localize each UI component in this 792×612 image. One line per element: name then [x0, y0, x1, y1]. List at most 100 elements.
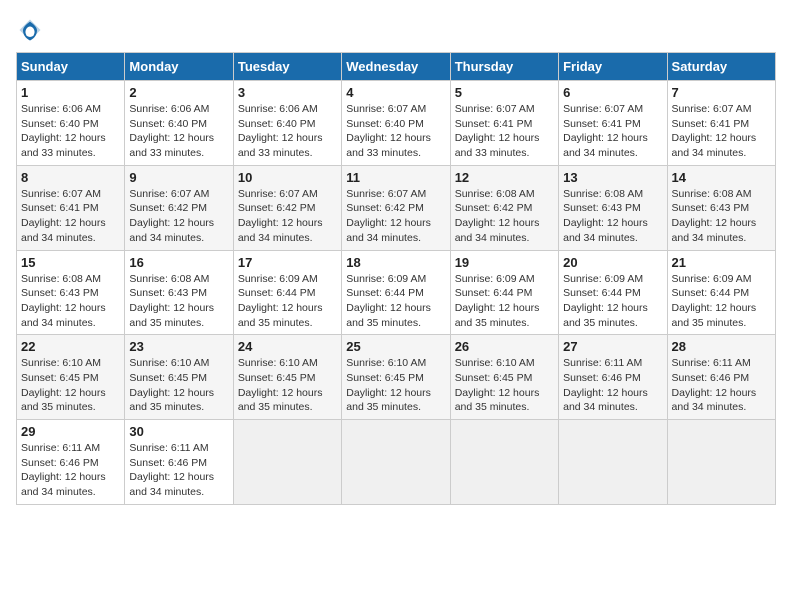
sunrise-label: Sunrise: 6:10 AM: [346, 357, 426, 369]
sunset-label: Sunset: 6:42 PM: [129, 202, 207, 214]
day-number: 25: [346, 339, 445, 354]
daylight-minutes: and 33 minutes.: [346, 147, 421, 159]
sunrise-label: Sunrise: 6:11 AM: [563, 357, 642, 369]
daylight-label: Daylight: 12 hours: [129, 132, 214, 144]
sunrise-label: Sunrise: 6:07 AM: [238, 188, 318, 200]
sunset-label: Sunset: 6:41 PM: [455, 118, 533, 130]
day-info: Sunrise: 6:11 AM Sunset: 6:46 PM Dayligh…: [563, 356, 662, 415]
daylight-minutes: and 33 minutes.: [455, 147, 530, 159]
daylight-label: Daylight: 12 hours: [129, 302, 214, 314]
calendar-cell: 28 Sunrise: 6:11 AM Sunset: 6:46 PM Dayl…: [667, 335, 775, 420]
weekday-header-sunday: Sunday: [17, 53, 125, 81]
day-number: 26: [455, 339, 554, 354]
daylight-minutes: and 34 minutes.: [21, 232, 96, 244]
day-number: 16: [129, 255, 228, 270]
daylight-label: Daylight: 12 hours: [455, 217, 540, 229]
daylight-minutes: and 34 minutes.: [21, 317, 96, 329]
day-number: 3: [238, 85, 337, 100]
sunrise-label: Sunrise: 6:10 AM: [21, 357, 101, 369]
daylight-minutes: and 35 minutes.: [238, 317, 313, 329]
day-info: Sunrise: 6:06 AM Sunset: 6:40 PM Dayligh…: [21, 102, 120, 161]
calendar-cell: 26 Sunrise: 6:10 AM Sunset: 6:45 PM Dayl…: [450, 335, 558, 420]
daylight-minutes: and 34 minutes.: [563, 401, 638, 413]
daylight-label: Daylight: 12 hours: [672, 132, 757, 144]
sunset-label: Sunset: 6:45 PM: [21, 372, 99, 384]
calendar-cell: [450, 420, 558, 505]
sunrise-label: Sunrise: 6:09 AM: [563, 273, 643, 285]
daylight-minutes: and 34 minutes.: [563, 147, 638, 159]
sunset-label: Sunset: 6:44 PM: [672, 287, 750, 299]
day-info: Sunrise: 6:08 AM Sunset: 6:43 PM Dayligh…: [129, 272, 228, 331]
day-number: 4: [346, 85, 445, 100]
day-info: Sunrise: 6:07 AM Sunset: 6:41 PM Dayligh…: [455, 102, 554, 161]
daylight-minutes: and 33 minutes.: [21, 147, 96, 159]
daylight-minutes: and 35 minutes.: [129, 401, 204, 413]
daylight-minutes: and 35 minutes.: [563, 317, 638, 329]
daylight-label: Daylight: 12 hours: [21, 387, 106, 399]
sunset-label: Sunset: 6:44 PM: [455, 287, 533, 299]
daylight-label: Daylight: 12 hours: [129, 217, 214, 229]
sunrise-label: Sunrise: 6:07 AM: [21, 188, 101, 200]
daylight-label: Daylight: 12 hours: [563, 387, 648, 399]
calendar-cell: 2 Sunrise: 6:06 AM Sunset: 6:40 PM Dayli…: [125, 81, 233, 166]
daylight-minutes: and 33 minutes.: [129, 147, 204, 159]
sunset-label: Sunset: 6:46 PM: [563, 372, 641, 384]
sunrise-label: Sunrise: 6:10 AM: [238, 357, 318, 369]
calendar-cell: 1 Sunrise: 6:06 AM Sunset: 6:40 PM Dayli…: [17, 81, 125, 166]
calendar-cell: 6 Sunrise: 6:07 AM Sunset: 6:41 PM Dayli…: [559, 81, 667, 166]
sunrise-label: Sunrise: 6:11 AM: [129, 442, 208, 454]
calendar-header: SundayMondayTuesdayWednesdayThursdayFrid…: [17, 53, 776, 81]
sunset-label: Sunset: 6:46 PM: [129, 457, 207, 469]
day-info: Sunrise: 6:07 AM Sunset: 6:42 PM Dayligh…: [238, 187, 337, 246]
daylight-label: Daylight: 12 hours: [238, 302, 323, 314]
sunrise-label: Sunrise: 6:07 AM: [563, 103, 643, 115]
daylight-minutes: and 33 minutes.: [238, 147, 313, 159]
daylight-minutes: and 35 minutes.: [21, 401, 96, 413]
daylight-label: Daylight: 12 hours: [563, 132, 648, 144]
day-info: Sunrise: 6:10 AM Sunset: 6:45 PM Dayligh…: [238, 356, 337, 415]
sunset-label: Sunset: 6:43 PM: [129, 287, 207, 299]
day-info: Sunrise: 6:07 AM Sunset: 6:42 PM Dayligh…: [346, 187, 445, 246]
daylight-label: Daylight: 12 hours: [21, 217, 106, 229]
calendar-body: 1 Sunrise: 6:06 AM Sunset: 6:40 PM Dayli…: [17, 81, 776, 505]
day-number: 17: [238, 255, 337, 270]
daylight-label: Daylight: 12 hours: [21, 471, 106, 483]
daylight-label: Daylight: 12 hours: [563, 302, 648, 314]
day-info: Sunrise: 6:09 AM Sunset: 6:44 PM Dayligh…: [346, 272, 445, 331]
sunset-label: Sunset: 6:42 PM: [455, 202, 533, 214]
sunset-label: Sunset: 6:46 PM: [672, 372, 750, 384]
calendar-cell: 29 Sunrise: 6:11 AM Sunset: 6:46 PM Dayl…: [17, 420, 125, 505]
daylight-minutes: and 35 minutes.: [129, 317, 204, 329]
calendar-cell: 23 Sunrise: 6:10 AM Sunset: 6:45 PM Dayl…: [125, 335, 233, 420]
daylight-minutes: and 35 minutes.: [346, 317, 421, 329]
day-number: 19: [455, 255, 554, 270]
calendar-cell: 14 Sunrise: 6:08 AM Sunset: 6:43 PM Dayl…: [667, 165, 775, 250]
calendar-cell: 18 Sunrise: 6:09 AM Sunset: 6:44 PM Dayl…: [342, 250, 450, 335]
calendar-week-3: 15 Sunrise: 6:08 AM Sunset: 6:43 PM Dayl…: [17, 250, 776, 335]
day-number: 23: [129, 339, 228, 354]
weekday-header-monday: Monday: [125, 53, 233, 81]
calendar-cell: 7 Sunrise: 6:07 AM Sunset: 6:41 PM Dayli…: [667, 81, 775, 166]
daylight-label: Daylight: 12 hours: [672, 387, 757, 399]
day-info: Sunrise: 6:08 AM Sunset: 6:43 PM Dayligh…: [21, 272, 120, 331]
day-number: 29: [21, 424, 120, 439]
sunrise-label: Sunrise: 6:08 AM: [21, 273, 101, 285]
daylight-label: Daylight: 12 hours: [672, 217, 757, 229]
daylight-label: Daylight: 12 hours: [346, 132, 431, 144]
calendar-cell: [342, 420, 450, 505]
daylight-minutes: and 35 minutes.: [346, 401, 421, 413]
sunset-label: Sunset: 6:40 PM: [346, 118, 424, 130]
day-number: 8: [21, 170, 120, 185]
calendar-cell: 11 Sunrise: 6:07 AM Sunset: 6:42 PM Dayl…: [342, 165, 450, 250]
day-number: 6: [563, 85, 662, 100]
sunset-label: Sunset: 6:42 PM: [238, 202, 316, 214]
page-header: [16, 16, 776, 44]
calendar-cell: 25 Sunrise: 6:10 AM Sunset: 6:45 PM Dayl…: [342, 335, 450, 420]
day-number: 12: [455, 170, 554, 185]
sunrise-label: Sunrise: 6:09 AM: [238, 273, 318, 285]
daylight-minutes: and 35 minutes.: [455, 317, 530, 329]
calendar-cell: [559, 420, 667, 505]
calendar-cell: 10 Sunrise: 6:07 AM Sunset: 6:42 PM Dayl…: [233, 165, 341, 250]
day-info: Sunrise: 6:07 AM Sunset: 6:42 PM Dayligh…: [129, 187, 228, 246]
daylight-minutes: and 34 minutes.: [238, 232, 313, 244]
